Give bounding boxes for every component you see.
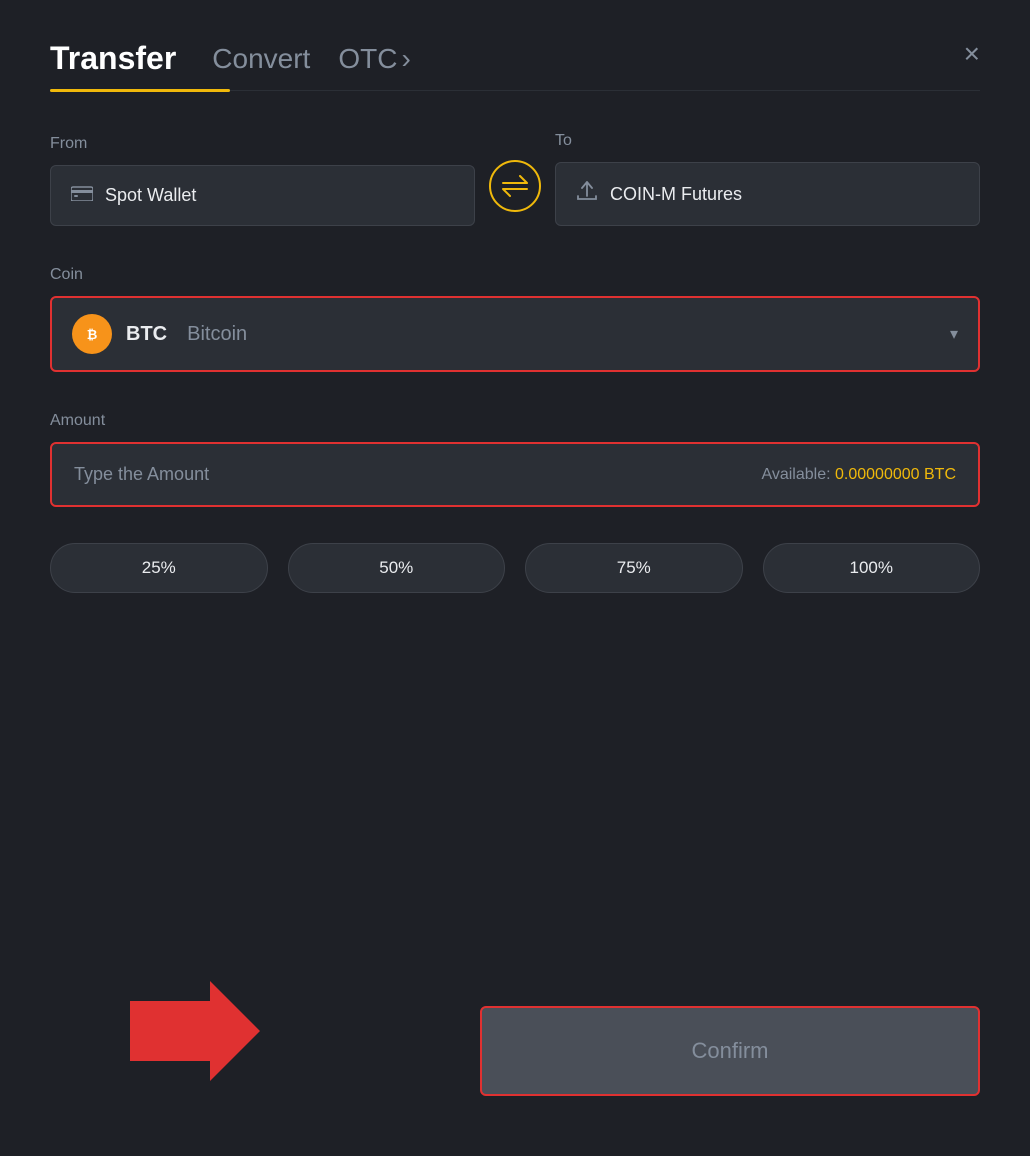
- to-label: To: [555, 132, 980, 150]
- coin-chevron-icon: ▾: [950, 324, 958, 344]
- from-wallet-select[interactable]: Spot Wallet: [50, 165, 475, 226]
- swap-button[interactable]: [489, 160, 541, 212]
- inactive-tab-underline: [230, 90, 980, 91]
- to-wallet-icon: [576, 181, 598, 207]
- coin-label: Coin: [50, 266, 980, 284]
- btc-icon: ₿: [72, 314, 112, 354]
- from-wallet-icon: [71, 184, 93, 207]
- available-amount: 0.00000000 BTC: [835, 466, 956, 483]
- from-section: From Spot Wallet: [50, 135, 475, 226]
- amount-input[interactable]: [74, 464, 761, 485]
- percent-row: 25% 50% 75% 100%: [50, 543, 980, 593]
- coin-select-dropdown[interactable]: ₿ BTC Bitcoin ▾: [50, 296, 980, 372]
- percent-25-button[interactable]: 25%: [50, 543, 268, 593]
- transfer-modal: Transfer Convert OTC › × From Spot: [0, 0, 1030, 1156]
- active-tab-underline: [50, 89, 230, 92]
- swap-btn-container: [475, 160, 555, 226]
- amount-section: Amount Available: 0.00000000 BTC: [50, 412, 980, 507]
- coin-section: Coin ₿ BTC Bitcoin ▾: [50, 266, 980, 372]
- confirm-button[interactable]: Confirm: [480, 1006, 980, 1096]
- to-wallet-name: COIN-M Futures: [610, 184, 742, 205]
- amount-input-box: Available: 0.00000000 BTC: [50, 442, 980, 507]
- percent-50-button[interactable]: 50%: [288, 543, 506, 593]
- from-wallet-name: Spot Wallet: [105, 185, 196, 206]
- tab-convert[interactable]: Convert: [212, 43, 310, 87]
- bottom-section: Confirm: [50, 986, 980, 1096]
- modal-header: Transfer Convert OTC › ×: [50, 40, 980, 89]
- coin-symbol: BTC: [126, 323, 167, 346]
- available-text: Available: 0.00000000 BTC: [761, 466, 956, 484]
- tab-underline-row: [50, 89, 980, 92]
- from-to-row: From Spot Wallet: [50, 132, 980, 226]
- svg-text:₿: ₿: [87, 327, 98, 342]
- percent-75-button[interactable]: 75%: [525, 543, 743, 593]
- from-label: From: [50, 135, 475, 153]
- amount-label: Amount: [50, 412, 980, 430]
- close-button[interactable]: ×: [964, 40, 980, 68]
- tab-transfer[interactable]: Transfer: [50, 40, 176, 89]
- to-section: To COIN-M Futures: [555, 132, 980, 226]
- tab-otc[interactable]: OTC ›: [338, 43, 410, 87]
- arrow-indicator: [130, 981, 260, 1086]
- to-wallet-select[interactable]: COIN-M Futures: [555, 162, 980, 226]
- percent-100-button[interactable]: 100%: [763, 543, 981, 593]
- coin-name: Bitcoin: [187, 323, 247, 346]
